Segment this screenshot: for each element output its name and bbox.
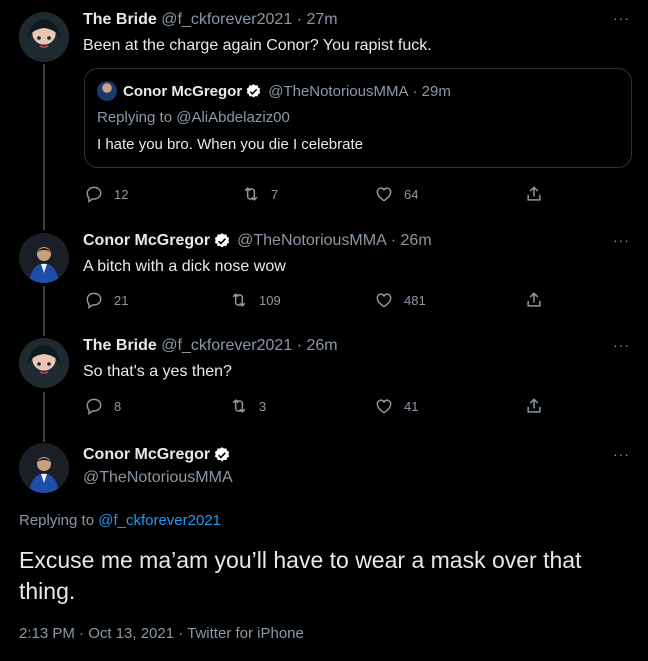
verified-icon (215, 447, 230, 462)
replying-label: Replying to (19, 512, 95, 529)
tweet-header: Conor McGregor @TheNotoriousMMA · 26m (83, 232, 432, 250)
share-button[interactable] (524, 184, 544, 204)
handle: @TheNotoriousMMA (268, 82, 409, 100)
more-icon[interactable]: ··· (613, 10, 630, 26)
retweet-button[interactable]: 7 (241, 184, 278, 204)
tweet-header: The Bride @f_ckforever2021 · 27m (83, 11, 338, 29)
replying-handle[interactable]: @f_ckforever2021 (98, 512, 221, 529)
replying-label: Replying to (97, 109, 173, 126)
display-name: Conor McGregor (123, 82, 243, 100)
retweet-count: 3 (259, 398, 267, 414)
more-icon[interactable]: ··· (613, 446, 630, 462)
replying-to: Replying to @AliAbdelaziz00 (97, 109, 290, 126)
handle[interactable]: @f_ckforever2021 (161, 337, 292, 354)
quoted-tweet[interactable]: Conor McGregor @TheNotoriousMMA · 29m Re… (84, 68, 632, 168)
timestamp[interactable]: · 26m (297, 337, 338, 354)
handle[interactable]: @TheNotoriousMMA (83, 469, 233, 487)
avatar[interactable] (19, 443, 69, 493)
reply-button[interactable]: 12 (84, 184, 128, 204)
avatar-image (29, 457, 59, 493)
display-name[interactable]: Conor McGregor (83, 232, 210, 250)
avatar[interactable] (19, 338, 69, 388)
reply-icon (86, 398, 102, 415)
display-name[interactable]: The Bride (83, 337, 157, 354)
reply-button[interactable]: 8 (84, 396, 121, 416)
avatar[interactable] (19, 12, 69, 62)
handle[interactable]: @TheNotoriousMMA (237, 232, 387, 250)
like-button[interactable]: 481 (374, 290, 426, 310)
reply-count: 21 (114, 292, 129, 308)
more-icon[interactable]: ··· (613, 337, 630, 353)
retweet-count: 109 (259, 292, 281, 308)
reply-count: 8 (114, 398, 122, 414)
thread-line (43, 286, 45, 336)
share-icon (527, 186, 541, 201)
retweet-button[interactable]: 109 (229, 290, 281, 310)
retweet-icon (244, 187, 258, 201)
reply-icon (86, 186, 102, 203)
share-icon (527, 292, 541, 307)
retweet-button[interactable]: 3 (229, 396, 266, 416)
display-name[interactable]: The Bride (83, 11, 157, 28)
avatar[interactable] (19, 233, 69, 283)
reply-button[interactable]: 21 (84, 290, 128, 310)
main-tweet-text: Excuse me ma’am you’ll have to wear a ma… (19, 547, 582, 604)
tweet-text: A bitch with a dick nose wow (83, 258, 286, 275)
like-count: 481 (404, 292, 426, 308)
like-button[interactable]: 64 (374, 184, 418, 204)
tweet-header: Conor McGregor (83, 446, 231, 464)
quote-header: Conor McGregor @TheNotoriousMMA · 29m (97, 81, 451, 101)
retweet-icon (232, 399, 246, 413)
retweet-icon (232, 293, 246, 307)
replying-handle[interactable]: @AliAbdelaziz00 (176, 109, 290, 126)
more-icon[interactable]: ··· (613, 232, 630, 248)
like-count: 41 (404, 398, 419, 414)
like-icon (376, 293, 392, 308)
quote-text: I hate you bro. When you die I celebrate (97, 136, 363, 153)
tweet-header: The Bride @f_ckforever2021 · 26m (83, 337, 338, 355)
share-button[interactable] (524, 396, 544, 416)
tweet-text: Been at the charge again Conor? You rapi… (83, 37, 432, 54)
tweet-timestamp[interactable]: 2:13 PM · Oct 13, 2021 · Twitter for iPh… (19, 625, 304, 642)
thread-line (43, 64, 45, 230)
retweet-count: 7 (271, 186, 279, 202)
tweet-text: So that's a yes then? (83, 363, 232, 380)
avatar-image (27, 19, 61, 48)
share-icon (527, 398, 541, 413)
thread-line (43, 392, 45, 442)
like-count: 64 (404, 186, 419, 202)
avatar-image (29, 247, 59, 283)
avatar (97, 81, 117, 101)
share-button[interactable] (524, 290, 544, 310)
like-button[interactable]: 41 (374, 396, 418, 416)
like-icon (376, 187, 392, 202)
verified-icon (246, 83, 261, 98)
replying-to: Replying to @f_ckforever2021 (19, 512, 221, 529)
handle[interactable]: @f_ckforever2021 (161, 11, 292, 28)
like-icon (376, 399, 392, 414)
avatar-image (27, 345, 61, 374)
timestamp: · 29m (412, 82, 451, 100)
reply-icon (86, 292, 102, 309)
reply-count: 12 (114, 186, 129, 202)
timestamp[interactable]: · 26m (391, 232, 432, 250)
timestamp[interactable]: · 27m (297, 11, 338, 28)
verified-icon (215, 233, 230, 248)
display-name[interactable]: Conor McGregor (83, 446, 210, 464)
